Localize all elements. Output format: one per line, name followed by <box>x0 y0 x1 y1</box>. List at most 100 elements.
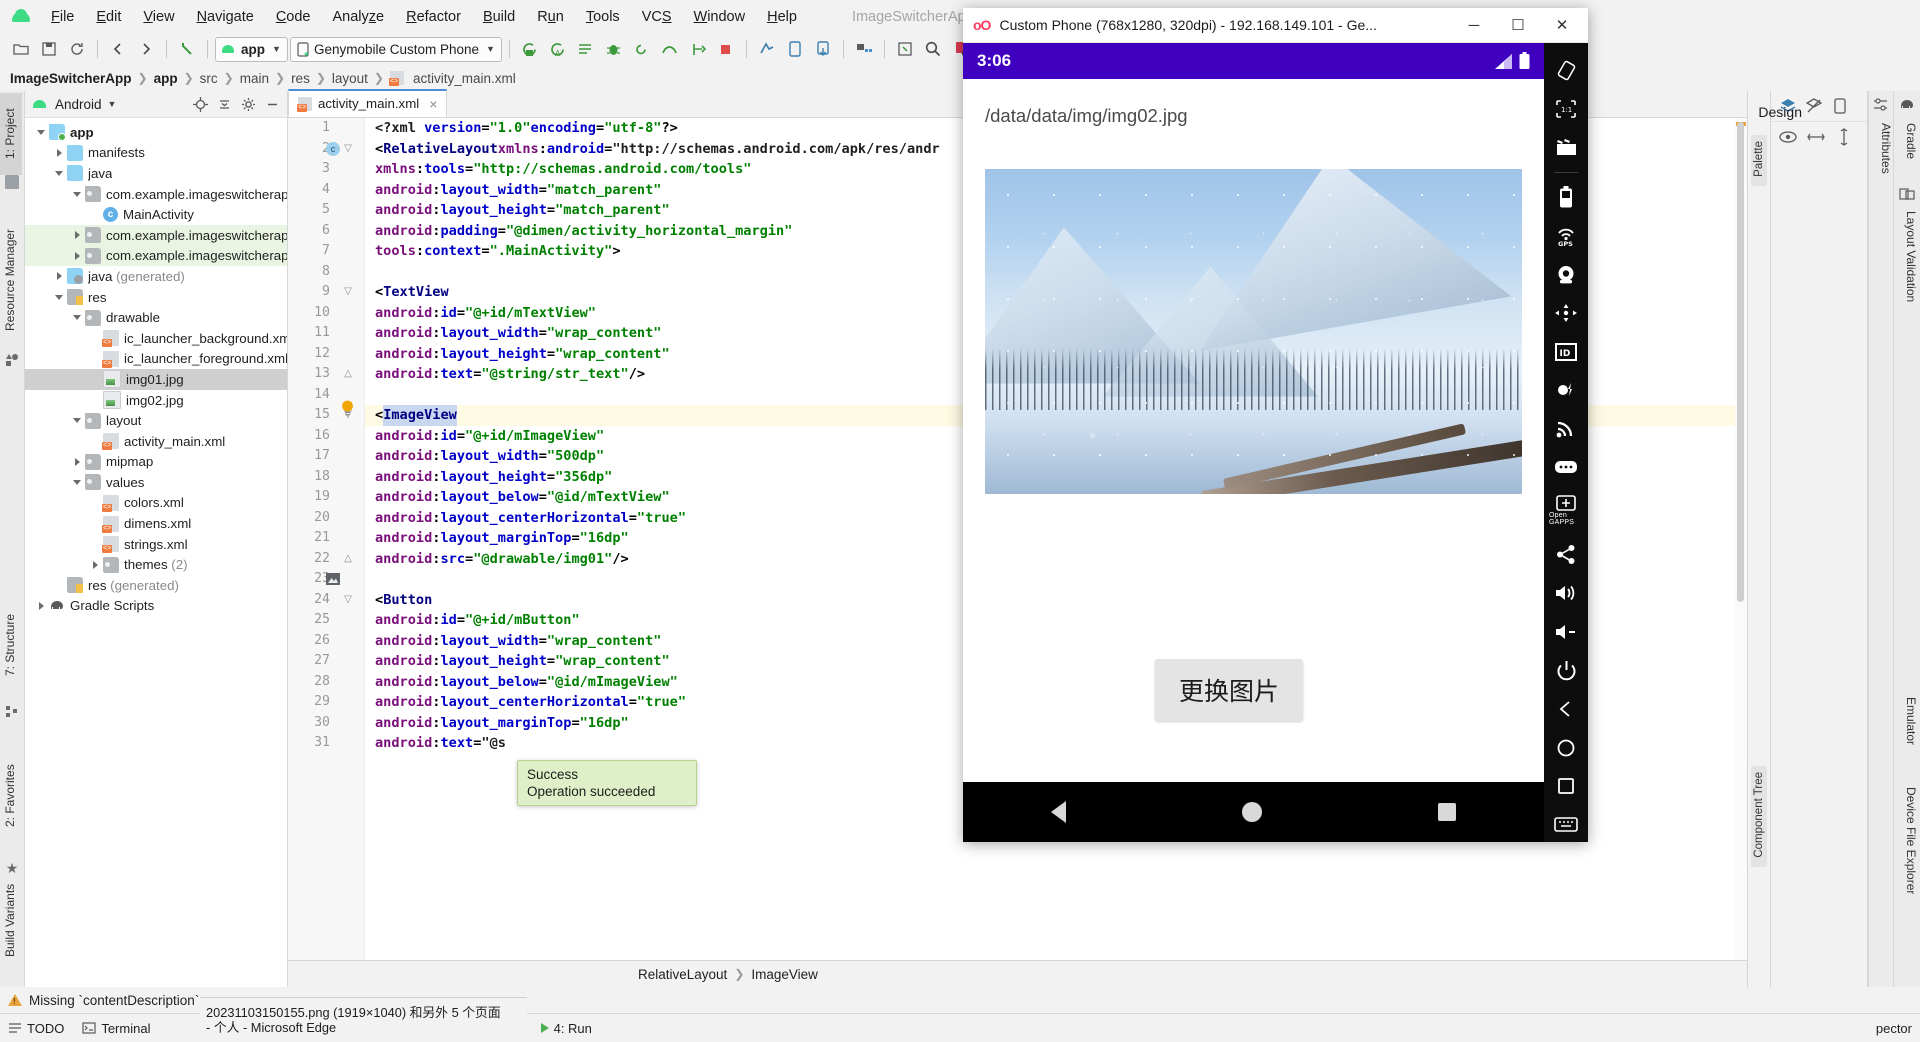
rail-gradle[interactable]: Gradle <box>1894 117 1918 165</box>
menu-help[interactable]: Help <box>756 6 808 28</box>
apply-changes-icon[interactable] <box>573 37 599 61</box>
menu-tools[interactable]: Tools <box>575 6 631 28</box>
resource-shapes-icon[interactable] <box>5 353 19 367</box>
layout-validation-icon[interactable] <box>1899 187 1915 201</box>
power-icon[interactable] <box>1549 653 1583 688</box>
close-button[interactable]: ✕ <box>1540 9 1584 41</box>
device-screen[interactable]: 3:06 /data/data/img/img02.jpg 更换图片 <box>963 43 1544 842</box>
tree-toggle-open-icon[interactable] <box>33 124 49 140</box>
rotate-icon[interactable] <box>1549 53 1583 88</box>
tree-toggle-open-icon[interactable] <box>51 165 67 181</box>
tree-toggle-closed-icon[interactable] <box>69 454 85 470</box>
tree-node-com-example-imageswitcherap[interactable]: com.example.imageswitcherap <box>25 224 287 246</box>
sync-icon[interactable] <box>64 37 90 61</box>
menu-refactor[interactable]: Refactor <box>395 6 472 28</box>
tree-toggle-open-icon[interactable] <box>51 289 67 305</box>
tree-node-mainactivity[interactable]: c MainActivity <box>25 204 287 225</box>
taskbar-edge-item[interactable]: 20231103150155.png (1919×1040) 和另外 5 个页面… <box>200 997 527 1042</box>
rail-layout-validation[interactable]: Layout Validation <box>1894 205 1918 308</box>
menu-analyze[interactable]: Analyze <box>322 6 396 28</box>
fold-toggle-icon-2[interactable]: ▽ <box>338 139 358 160</box>
editor-scrollbar[interactable] <box>1735 118 1747 960</box>
breadcrumb-item-0[interactable]: ImageSwitcherApp <box>10 71 132 86</box>
rail-attributes[interactable]: Attributes <box>1869 117 1893 180</box>
tree-node-strings-xml[interactable]: strings.xml <box>25 534 287 555</box>
fold-column[interactable]: ▽ ▽ △ ▽ △ ▽ <box>338 118 358 754</box>
one-to-one-icon[interactable]: 1:1 <box>1549 92 1583 127</box>
sms-icon[interactable] <box>1549 450 1583 485</box>
tree-node-img01-jpg[interactable]: img01.jpg <box>25 369 287 390</box>
tree-node-com-example-imageswitcherap[interactable]: com.example.imageswitcherap <box>25 184 287 205</box>
tree-toggle-open-icon[interactable] <box>69 310 85 326</box>
layout-inspector-icon[interactable] <box>892 37 918 61</box>
app-imageview[interactable] <box>985 169 1522 494</box>
statusbar-terminal[interactable]: Terminal <box>82 1021 150 1036</box>
run-app-icon[interactable]: A <box>545 37 571 61</box>
tree-toggle-closed-icon[interactable] <box>69 248 85 264</box>
project-files-icon[interactable] <box>5 175 19 189</box>
maximize-button[interactable]: ☐ <box>1496 9 1540 41</box>
share-icon[interactable] <box>1549 537 1583 572</box>
rail-resource-manager[interactable]: Resource Manager <box>0 211 22 349</box>
recent-icon[interactable] <box>1549 769 1583 804</box>
save-icon[interactable] <box>36 37 62 61</box>
undo-icon[interactable] <box>174 37 200 61</box>
attach-debugger-icon[interactable] <box>629 37 655 61</box>
close-icon[interactable]: × <box>429 96 437 112</box>
statusbar-inspector-right[interactable]: pector <box>1876 1021 1912 1036</box>
breadcrumb-item-4[interactable]: res <box>291 71 310 86</box>
tree-node-com-example-imageswitcherap[interactable]: com.example.imageswitcherap <box>25 245 287 267</box>
rail-structure[interactable]: 7: Structure <box>0 589 22 701</box>
gps-icon[interactable]: GPS <box>1549 218 1583 253</box>
menu-navigate[interactable]: Navigate <box>186 6 265 28</box>
network-icon[interactable] <box>1549 412 1583 447</box>
project-structure-icon[interactable] <box>851 37 877 61</box>
breadcrumb-item-1[interactable]: app <box>154 71 178 86</box>
tree-node-dimens-xml[interactable]: dimens.xml <box>25 513 287 534</box>
rail-emulator[interactable]: Emulator <box>1894 691 1918 751</box>
tree-node-mipmap[interactable]: mipmap <box>25 452 287 473</box>
back-arrow-icon[interactable] <box>105 37 131 61</box>
camera-icon[interactable] <box>1549 257 1583 292</box>
minimize-button[interactable]: ─ <box>1452 9 1496 41</box>
tree-toggle-closed-icon[interactable] <box>69 227 85 243</box>
rail-device-file-explorer[interactable]: Device File Explorer <box>1894 781 1918 900</box>
minimize-icon[interactable] <box>263 95 281 113</box>
baseband-icon[interactable] <box>1549 373 1583 408</box>
locate-icon[interactable] <box>191 95 209 113</box>
intention-bulb-icon[interactable] <box>340 400 355 417</box>
step-icon[interactable] <box>685 37 711 61</box>
tree-toggle-closed-icon[interactable] <box>51 268 67 284</box>
screencast-icon[interactable] <box>1549 130 1583 165</box>
breadcrumb-item-5[interactable]: layout <box>332 71 368 86</box>
device-selector[interactable]: Genymobile Custom Phone ▼ <box>289 36 502 62</box>
run-configuration-selector[interactable]: app ▼ <box>215 36 288 62</box>
tree-node-res[interactable]: res <box>25 287 287 308</box>
tree-node-themes[interactable]: themes (2) <box>25 554 287 575</box>
fold-toggle-icon-24[interactable]: ▽ <box>338 590 358 611</box>
volume-down-icon[interactable] <box>1549 614 1583 649</box>
tree-node-img02-jpg[interactable]: img02.jpg <box>25 390 287 411</box>
recents-nav-icon[interactable] <box>1438 803 1456 821</box>
menu-code[interactable]: Code <box>265 6 322 28</box>
vertical-resize-icon[interactable] <box>1835 128 1853 146</box>
editor-gutter[interactable]: 1234567891011121314151617181920212223242… <box>288 118 365 960</box>
back-icon[interactable] <box>1549 692 1583 727</box>
run-icon[interactable] <box>517 37 543 61</box>
stop-icon[interactable] <box>713 37 739 61</box>
bottom-bc-relativelayout[interactable]: RelativeLayout <box>638 967 727 982</box>
menu-view[interactable]: View <box>132 6 185 28</box>
fold-toggle-icon-22[interactable]: △ <box>338 549 358 570</box>
app-change-image-button[interactable]: 更换图片 <box>1155 659 1304 721</box>
statusbar-todo[interactable]: TODO <box>8 1021 64 1036</box>
home-nav-icon[interactable] <box>1242 802 1262 822</box>
tree-node-manifests[interactable]: manifests <box>25 143 287 164</box>
palette-tab[interactable]: Palette <box>1751 135 1767 186</box>
avd-manager-icon[interactable] <box>782 37 808 61</box>
tree-toggle-closed-icon[interactable] <box>33 598 49 614</box>
success-notification[interactable]: Success Operation succeeded <box>517 760 697 806</box>
statusbar-run[interactable]: 4: Run <box>540 1021 592 1036</box>
design-tab-label[interactable]: Design <box>1758 104 1802 120</box>
tree-node-colors-xml[interactable]: colors.xml <box>25 493 287 514</box>
tree-node-activity-main-xml[interactable]: activity_main.xml <box>25 431 287 452</box>
